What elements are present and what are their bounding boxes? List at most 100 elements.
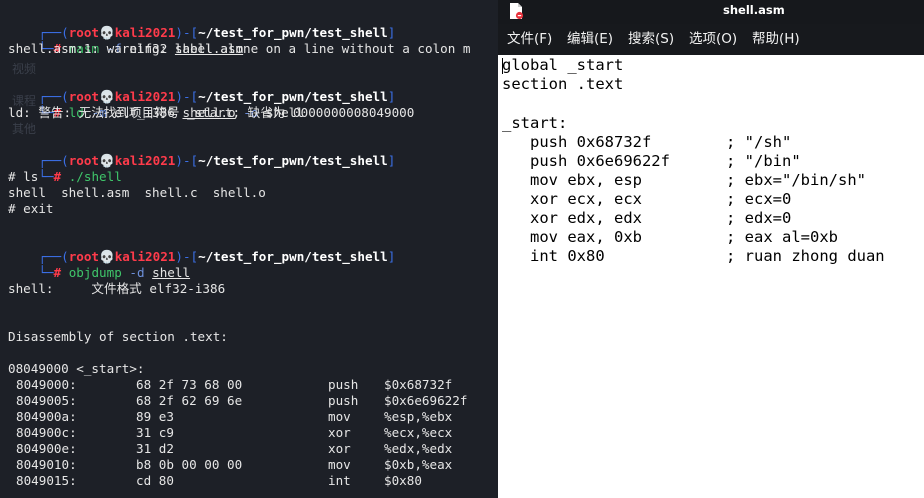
code-comment: ; ruan zhong duan (726, 247, 885, 265)
disasm-address: 804900e: (16, 441, 77, 456)
code-comment: ; ebx="/bin/sh" (726, 171, 866, 189)
code-comment: ; edx=0 (726, 209, 792, 227)
disasm-mnemonic: push (328, 377, 359, 392)
code-text: _start: (502, 114, 568, 132)
disasm-bytes: 31 c9 (136, 425, 174, 440)
prompt-bracket: ] (387, 249, 396, 264)
disasm-row: 8049015: cd 80 int $0x80 (16, 473, 422, 489)
disasm-mnemonic: int (328, 473, 351, 488)
output-line: shell shell.asm shell.c shell.o (8, 185, 266, 200)
disasm-bytes: 68 2f 62 69 6e (136, 393, 243, 408)
prompt-host: kali2021 (114, 153, 176, 168)
menu-edit[interactable]: 编辑(E) (567, 24, 613, 55)
disasm-operand: %esp,%ebx (384, 409, 453, 424)
label-line: 08049000 <_start>: (8, 361, 145, 376)
disasm-address: 8049015: (16, 473, 77, 488)
code-line: mov eax, 0xb ; eax al=0xb (502, 228, 838, 247)
disasm-row: 8049005: 68 2f 62 69 6e push $0x6e69622f (16, 393, 467, 409)
code-comment: ; "/sh" (726, 133, 792, 151)
disasm-bytes: 68 2f 73 68 00 (136, 377, 243, 392)
disasm-operand: $0x80 (384, 473, 422, 488)
disasm-bytes: b8 0b 00 00 00 (136, 457, 243, 472)
disasm-address: 804900c: (16, 425, 77, 440)
menu-bar: 文件(F) 编辑(E) 搜索(S) 选项(O) 帮助(H) (498, 24, 924, 55)
command-option: -d (129, 265, 145, 280)
disasm-mnemonic: mov (328, 409, 351, 424)
command-line[interactable]: └─# nasm -f elf32 shell.asm (8, 25, 243, 56)
code-line: _start: (502, 114, 567, 133)
text-editor-window[interactable]: shell.asm 文件(F) 编辑(E) 搜索(S) 选项(O) 帮助(H) … (498, 0, 924, 498)
command-line[interactable]: └─# objdump -d shell (8, 249, 190, 280)
menu-help[interactable]: 帮助(H) (752, 24, 800, 55)
prompt-line: ┌──(root💀kali2021)-[~/test_for_pwn/test_… (8, 233, 395, 264)
window-title: shell.asm (723, 3, 785, 17)
section-line: Disassembly of section .text: (8, 329, 228, 344)
disasm-operand: $0x68732f (384, 377, 453, 392)
code-line: section .text (502, 75, 623, 94)
menu-file[interactable]: 文件(F) (507, 24, 552, 55)
disasm-operand: %edx,%edx (384, 441, 453, 456)
disasm-operand: $0x6e69622f (384, 393, 468, 408)
disasm-mnemonic: xor (328, 425, 351, 440)
code-instruction: xor ecx, ecx (502, 190, 642, 208)
code-line: push 0x6e69622f ; "/bin" (502, 152, 801, 171)
title-bar[interactable]: shell.asm (498, 0, 924, 24)
code-line: xor ecx, ecx ; ecx=0 (502, 190, 791, 209)
code-instruction: mov eax, 0xb (502, 228, 642, 246)
prompt-path: ~/test_for_pwn/test_shell (198, 249, 388, 264)
disasm-row: 804900a: 89 e3 mov %esp,%ebx (16, 409, 452, 425)
code-instruction: push 0x6e69622f (502, 152, 670, 170)
disasm-address: 804900a: (16, 409, 77, 424)
output-line: # exit (8, 201, 54, 216)
prompt-path: ~/test_for_pwn/test_shell (198, 153, 388, 168)
disasm-address: 8049005: (16, 393, 77, 408)
command-line[interactable]: └─# ld -m elf_i386 shell.o -o shell (8, 89, 304, 120)
code-line: xor edx, edx ; edx=0 (502, 209, 791, 228)
code-line: mov ebx, esp ; ebx="/bin/sh" (502, 171, 866, 190)
prompt-hash: # (53, 265, 62, 280)
prompt-bracket: ] (387, 25, 396, 40)
code-instruction: xor edx, edx (502, 209, 642, 227)
prompt-bracket: )-[ (175, 153, 199, 168)
disasm-row: 8049010: b8 0b 00 00 00 mov $0xb,%eax (16, 457, 452, 473)
disasm-bytes: 89 e3 (136, 409, 174, 424)
disasm-address: 8049000: (16, 377, 77, 392)
disasm-operand: %ecx,%ecx (384, 425, 453, 440)
objdump-header: shell: 文件格式 elf32-i386 (8, 281, 226, 296)
disasm-mnemonic: push (328, 393, 359, 408)
output-line: # ls (8, 169, 39, 184)
disasm-row: 804900c: 31 c9 xor %ecx,%ecx (16, 425, 452, 441)
terminal-window[interactable]: 视频 课程 其他 ┌──(root💀kali2021)-[~/test_for_… (0, 0, 498, 498)
code-text: global _start (502, 56, 624, 74)
prompt-corner: └─ (38, 265, 54, 280)
code-instruction: int 0x80 (502, 247, 605, 265)
code-line: global _start (502, 56, 623, 75)
prompt-bracket: ] (387, 153, 396, 168)
command-line[interactable]: └─# ./shell (8, 153, 121, 184)
code-comment: ; "/bin" (726, 152, 801, 170)
prompt-line: ┌──(root💀kali2021)-[~/test_for_pwn/test_… (8, 9, 395, 40)
prompt-corner: └─ (38, 169, 54, 184)
code-instruction: push 0x68732f (502, 133, 652, 151)
disasm-bytes: 31 d2 (136, 441, 174, 456)
command-name: objdump (68, 265, 122, 280)
prompt-hash: # (53, 169, 62, 184)
disasm-address: 8049010: (16, 457, 77, 472)
code-line: int 0x80 ; ruan zhong duan (502, 247, 885, 266)
disasm-operand: $0xb,%eax (384, 457, 453, 472)
prompt-line: ┌──(root💀kali2021)-[~/test_for_pwn/test_… (8, 73, 395, 104)
output-line: shell.asm:1: warning: label alone on a l… (8, 41, 471, 56)
code-line: push 0x68732f ; "/sh" (502, 133, 791, 152)
output-line: ld: 警告: 无法找到项目符号 _start; 缺省为 00000000080… (8, 105, 415, 120)
disasm-row: 804900e: 31 d2 xor %edx,%edx (16, 441, 452, 457)
menu-search[interactable]: 搜索(S) (628, 24, 674, 55)
command-name: ./shell (68, 169, 122, 184)
disasm-bytes: cd 80 (136, 473, 174, 488)
prompt-line: ┌──(root💀kali2021)-[~/test_for_pwn/test_… (8, 137, 395, 168)
disasm-row: 8049000: 68 2f 73 68 00 push $0x68732f (16, 377, 452, 393)
code-text: section .text (502, 75, 624, 93)
code-instruction: mov ebx, esp (502, 171, 642, 189)
menu-options[interactable]: 选项(O) (689, 24, 737, 55)
code-comment: ; eax al=0xb (726, 228, 838, 246)
